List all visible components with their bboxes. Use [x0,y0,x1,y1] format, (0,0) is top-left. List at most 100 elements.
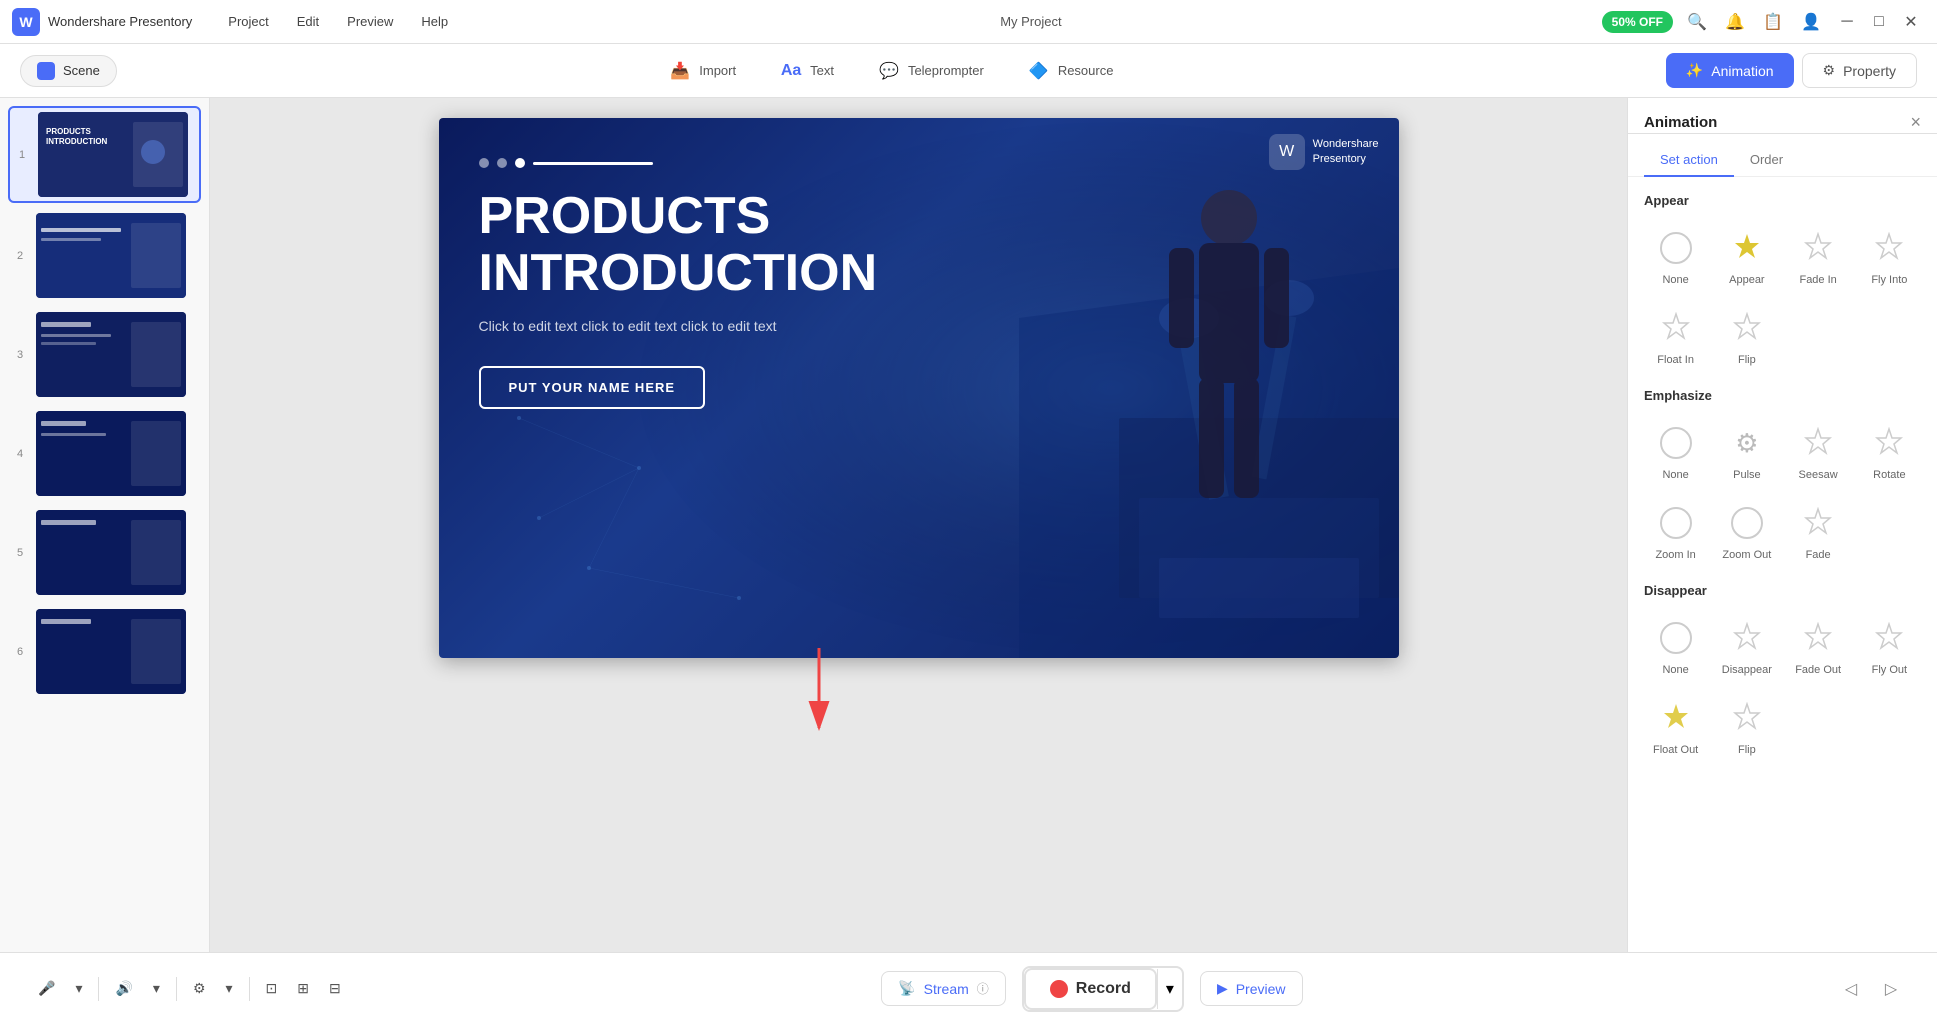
appear-appear-label: Appear [1729,274,1764,286]
record-button[interactable]: Record [1024,968,1157,1010]
settings-dropdown-button[interactable]: ▾ [218,974,241,1003]
dot-3 [515,158,525,168]
appear-grid: None Appear Fade In [1644,220,1921,372]
disappear-none[interactable]: None [1644,610,1707,682]
slide-thumb-6 [36,609,186,694]
disappear-disappear[interactable]: Disappear [1715,610,1778,682]
emphasize-zoom-in[interactable]: Zoom In [1644,495,1707,567]
animation-tab-label: Animation [1711,63,1773,79]
emphasize-title: Emphasize [1644,388,1921,403]
slide-item-2[interactable]: 2 [8,209,201,302]
disappear-flip[interactable]: Flip [1715,690,1778,762]
slide-content: PRODUCTS INTRODUCTION Click to edit text… [439,118,1399,658]
appear-none[interactable]: None [1644,220,1707,292]
layout-button-2[interactable]: ⊞ [289,974,317,1003]
menu-preview[interactable]: Preview [335,10,405,33]
slide-item-6[interactable]: 6 [8,605,201,698]
slide-canvas[interactable]: PRODUCTS INTRODUCTION Click to edit text… [439,118,1399,658]
slide-number-2: 2 [12,250,28,262]
disappear-fly-out-label: Fly Out [1872,664,1907,676]
slide-number-3: 3 [12,349,28,361]
scene-button[interactable]: Scene [20,55,117,87]
menu-project[interactable]: Project [216,10,280,33]
menu-help[interactable]: Help [409,10,460,33]
mic-dropdown-button[interactable]: ▾ [67,974,90,1003]
disappear-fly-out[interactable]: Fly Out [1858,610,1921,682]
minimize-button[interactable]: ─ [1833,8,1861,36]
slide-item-5[interactable]: 5 [8,506,201,599]
separator-3 [249,977,250,1001]
appear-section: Appear None Appear [1644,193,1921,372]
animation-tab-icon: ✨ [1686,62,1703,79]
import-button[interactable]: 📥 Import [659,54,746,88]
appear-appear[interactable]: Appear [1715,220,1778,292]
emphasize-pulse[interactable]: ⚙ Pulse [1715,415,1778,487]
emphasize-fade[interactable]: Fade [1787,495,1850,567]
emphasize-seesaw[interactable]: Seesaw [1787,415,1850,487]
maximize-button[interactable]: □ [1865,8,1893,36]
appear-fly-into-label: Fly Into [1871,274,1907,286]
emphasize-zoom-out[interactable]: Zoom Out [1715,495,1778,567]
disappear-section: Disappear None Disappear [1644,583,1921,762]
user-icon[interactable]: 👤 [1797,8,1825,36]
slide-number-5: 5 [12,547,28,559]
window-controls: ─ □ ✕ [1833,8,1925,36]
speaker-dropdown-button[interactable]: ▾ [145,974,168,1003]
close-button[interactable]: ✕ [1897,8,1925,36]
layout-button-3[interactable]: ⊟ [321,974,349,1003]
slide-cta-button[interactable]: PUT YOUR NAME HERE [479,366,706,409]
dot-line [533,162,653,165]
slide-logo-icon: W [1269,134,1305,170]
emphasize-grid: None ⚙ Pulse Seesaw [1644,415,1921,567]
mic-dropdown-icon: ▾ [75,980,82,997]
menu-edit[interactable]: Edit [285,10,331,33]
tab-set-action[interactable]: Set action [1644,144,1734,177]
appear-fly-into[interactable]: Fly Into [1858,220,1921,292]
stream-icon: 📡 [898,980,915,997]
appear-fade-in[interactable]: Fade In [1787,220,1850,292]
layout-button-1[interactable]: ⊡ [258,974,286,1003]
property-tab-button[interactable]: ⚙ Property [1802,53,1917,88]
settings-dropdown-icon: ▾ [226,980,233,997]
slide-item-3[interactable]: 3 [8,308,201,401]
panel-tabs: Set action Order [1628,144,1937,177]
import-label: Import [699,63,736,78]
disappear-fade-out[interactable]: Fade Out [1787,610,1850,682]
panel-title: Animation [1644,114,1717,131]
appear-flip[interactable]: Flip [1715,300,1778,372]
record-label: Record [1076,980,1131,998]
preview-button[interactable]: ▶ Preview [1200,971,1303,1006]
settings-button[interactable]: ⚙ [185,974,214,1003]
stream-button[interactable]: 📡 Stream ⓘ [881,971,1006,1006]
nav-next-icon: ▷ [1885,979,1897,999]
mic-icon: 🎤 [38,980,55,997]
resource-button[interactable]: 🔷 Resource [1018,54,1124,88]
mic-button[interactable]: 🎤 [30,974,63,1003]
appear-float-in[interactable]: Float In [1644,300,1707,372]
disappear-fade-out-icon [1796,616,1840,660]
record-arrow-icon: ▾ [1166,981,1174,998]
search-icon[interactable]: 🔍 [1683,8,1711,36]
titlebar-actions: 50% OFF 🔍 🔔 📋 👤 [1602,8,1825,36]
disappear-float-out[interactable]: Float Out [1644,690,1707,762]
slide-item-4[interactable]: 4 [8,407,201,500]
emphasize-rotate[interactable]: Rotate [1858,415,1921,487]
speaker-button[interactable]: 🔊 [107,974,140,1003]
disappear-none-label: None [1662,664,1688,676]
teleprompter-label: Teleprompter [908,63,984,78]
text-button[interactable]: Aa Text [770,54,844,88]
emphasize-none[interactable]: None [1644,415,1707,487]
slide-item-1[interactable]: 1 PRODUCTS INTRODUCTION [8,106,201,203]
notification-icon[interactable]: 🔔 [1721,8,1749,36]
nav-prev-button[interactable]: ◁ [1835,973,1867,1005]
teleprompter-button[interactable]: 💬 Teleprompter [868,54,994,88]
property-tab-label: Property [1843,63,1896,79]
nav-next-button[interactable]: ▷ [1875,973,1907,1005]
record-dropdown-button[interactable]: ▾ [1157,969,1182,1009]
tab-order[interactable]: Order [1734,144,1799,177]
scene-label: Scene [63,63,100,78]
disappear-disappear-label: Disappear [1722,664,1772,676]
clipboard-icon[interactable]: 📋 [1759,8,1787,36]
close-panel-button[interactable]: × [1910,112,1921,133]
animation-tab-button[interactable]: ✨ Animation [1666,53,1794,88]
